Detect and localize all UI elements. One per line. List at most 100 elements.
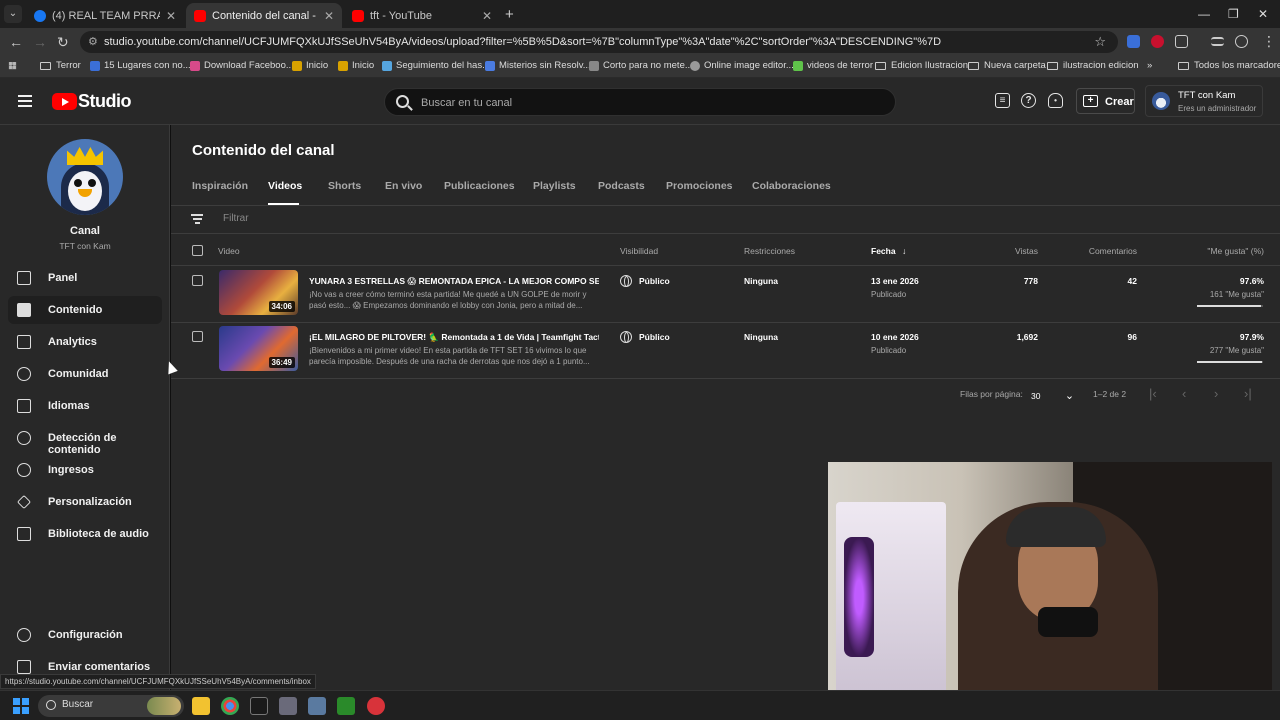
translate-extension-icon[interactable] (1127, 35, 1140, 48)
sidebar-item-ingresos[interactable]: Ingresos (8, 456, 162, 484)
select-all-checkbox[interactable] (192, 245, 203, 256)
app-icon[interactable] (250, 697, 268, 715)
bookmark-star-icon[interactable]: ☆ (1094, 34, 1106, 50)
studio-logo-text[interactable]: Studio (78, 91, 132, 112)
tab-inspiracion[interactable]: Inspiración (192, 180, 248, 192)
video-title[interactable]: YUNARA 3 ESTRELLAS 😱 REMONTADA EPICA - L… (309, 276, 599, 287)
browser-tab-tft[interactable]: tft - YouTube ✕ (344, 3, 500, 28)
app-icon[interactable] (337, 697, 355, 715)
address-bar[interactable]: ⚙ studio.youtube.com/channel/UCFJUMFQXkU… (80, 31, 1118, 53)
browser-tab-facebook[interactable]: (4) REAL TEAM PRRAS! | Facebo ✕ (26, 3, 184, 28)
video-thumbnail[interactable]: 34:06 (219, 270, 298, 315)
app-icon[interactable] (279, 697, 297, 715)
bookmark-item[interactable]: Corto para no mete... (589, 60, 693, 71)
table-row[interactable]: 34:06 YUNARA 3 ESTRELLAS 😱 REMONTADA EPI… (171, 266, 1280, 322)
tab-videos[interactable]: Videos (268, 180, 302, 192)
sidebar-item-personalizacion[interactable]: Personalización (8, 488, 162, 516)
extensions-puzzle-icon[interactable] (1175, 35, 1188, 48)
extension-icon[interactable] (1151, 35, 1164, 48)
close-tab-icon[interactable]: ✕ (324, 9, 334, 23)
browser-menu-icon[interactable]: ⋮ (1262, 33, 1276, 50)
hamburger-menu-icon[interactable] (18, 95, 32, 110)
forward-icon[interactable]: → (33, 34, 47, 50)
column-header-date[interactable]: Fecha ↓ (871, 246, 906, 256)
channel-search[interactable] (384, 88, 896, 116)
column-header-comments[interactable]: Comentarios (1089, 246, 1137, 256)
account-switcher[interactable]: TFT con Kam Eres un administrador (1145, 85, 1263, 117)
sidebar-item-comunidad[interactable]: Comunidad (8, 360, 162, 388)
bookmark-folder[interactable]: Nueva carpeta (968, 60, 1046, 71)
sidebar-item-panel[interactable]: Panel (8, 264, 162, 292)
tab-shorts[interactable]: Shorts (328, 180, 361, 192)
site-info-icon[interactable]: ⚙ (88, 35, 98, 48)
tab-promociones[interactable]: Promociones (666, 180, 733, 192)
filter-input[interactable] (223, 211, 523, 226)
filter-icon[interactable] (191, 214, 203, 226)
bookmark-item[interactable]: 15 Lugares con no... (90, 60, 191, 71)
bookmark-item[interactable]: Download Faceboo... (190, 60, 294, 71)
minimize-button[interactable]: — (1198, 7, 1210, 21)
restore-button[interactable]: ❐ (1228, 7, 1239, 21)
first-page-icon[interactable]: |‹ (1149, 386, 1157, 401)
visibility-cell[interactable]: Público (620, 275, 670, 287)
column-header-likes[interactable]: "Me gusta" (%) (1207, 246, 1264, 256)
calculator-icon[interactable] (308, 697, 326, 715)
bookmark-folder[interactable]: Terror (40, 60, 81, 71)
taskbar-search[interactable] (38, 695, 184, 717)
chrome-icon[interactable] (221, 697, 239, 715)
tab-publicaciones[interactable]: Publicaciones (444, 180, 515, 192)
row-checkbox[interactable] (192, 331, 203, 342)
new-tab-button[interactable]: + (505, 6, 514, 23)
next-page-icon[interactable]: › (1214, 386, 1218, 401)
sidebar-item-biblioteca-audio[interactable]: Biblioteca de audio (8, 520, 162, 548)
browser-tab-studio[interactable]: Contenido del canal - YouTube ✕ (186, 3, 342, 28)
sidebar-item-idiomas[interactable]: Idiomas (8, 392, 162, 420)
video-thumbnail[interactable]: 36:49 (219, 326, 298, 371)
sidebar-item-analytics[interactable]: Analytics (8, 328, 162, 356)
profile-icon[interactable] (1235, 35, 1248, 48)
reload-icon[interactable]: ↻ (57, 34, 69, 51)
create-button[interactable]: + Crear (1076, 88, 1135, 114)
bookmark-folder[interactable]: ilustracion edicion (1047, 60, 1139, 71)
bookmark-item[interactable]: Online image editor... (690, 60, 794, 71)
bookmark-folder[interactable]: Edicion Ilustracion (875, 60, 968, 71)
bookmark-item[interactable]: Seguimiento del has... (382, 60, 490, 71)
row-checkbox[interactable] (192, 275, 203, 286)
visibility-cell[interactable]: Público (620, 331, 670, 343)
youtube-logo-icon[interactable] (52, 93, 77, 110)
back-icon[interactable]: ← (9, 34, 23, 50)
help-icon[interactable]: ? (1021, 93, 1036, 108)
bookmark-item[interactable]: Misterios sin Resolv... (485, 60, 591, 71)
channel-avatar[interactable] (47, 139, 123, 215)
bookmark-item[interactable]: Inicio (292, 60, 328, 71)
tab-colaboraciones[interactable]: Colaboraciones (752, 180, 831, 192)
sidebar-item-contenido[interactable]: Contenido (8, 296, 162, 324)
tab-en-vivo[interactable]: En vivo (385, 180, 422, 192)
close-window-button[interactable]: ✕ (1258, 7, 1268, 21)
apps-grid-icon[interactable]: ▦ (8, 60, 17, 71)
bookmarks-overflow-button[interactable]: » (1147, 60, 1152, 71)
close-tab-icon[interactable]: ✕ (482, 9, 492, 23)
file-explorer-icon[interactable] (192, 697, 210, 715)
all-bookmarks-folder[interactable]: Todos los marcadores (1178, 60, 1280, 71)
previous-page-icon[interactable]: ‹ (1182, 386, 1186, 401)
taskbar-search-input[interactable] (62, 699, 142, 710)
captions-icon[interactable]: ≡ (995, 93, 1010, 108)
bookmark-item[interactable]: videos de terror (793, 60, 873, 71)
sidebar-item-configuracion[interactable]: Configuración (8, 621, 162, 649)
search-input[interactable] (421, 94, 861, 111)
table-row[interactable]: 36:49 ¡EL MILAGRO DE PILTOVER! 🦜 Remonta… (171, 322, 1280, 378)
windows-start-icon[interactable] (13, 698, 29, 714)
video-title[interactable]: ¡EL MILAGRO DE PILTOVER! 🦜 Remontada a 1… (309, 332, 599, 343)
tab-search-button[interactable]: ⌄ (4, 5, 22, 23)
notifications-bell-icon[interactable]: • (1048, 93, 1063, 108)
column-header-views[interactable]: Vistas (1015, 246, 1038, 256)
bookmark-item[interactable]: Inicio (338, 60, 374, 71)
media-controls-icon[interactable] (1211, 37, 1224, 46)
tab-playlists[interactable]: Playlists (533, 180, 576, 192)
sidebar-item-deteccion[interactable]: Detección de contenido (8, 424, 162, 456)
tab-podcasts[interactable]: Podcasts (598, 180, 645, 192)
last-page-icon[interactable]: ›| (1244, 386, 1252, 401)
app-icon[interactable] (367, 697, 385, 715)
close-tab-icon[interactable]: ✕ (166, 9, 176, 23)
